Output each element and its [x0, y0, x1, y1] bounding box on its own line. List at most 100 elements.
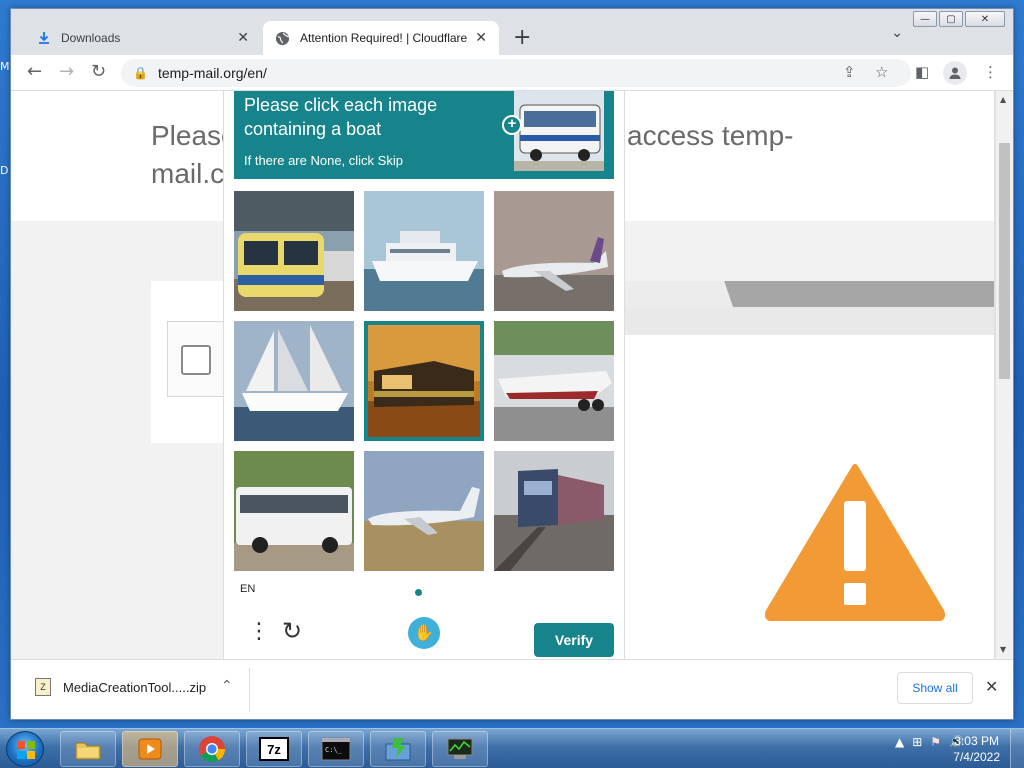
captcha-menu-button[interactable]: ⋮ [248, 619, 270, 644]
download-item[interactable]: Z MediaCreationTool.....zip [35, 678, 206, 696]
windows-logo-icon [17, 741, 35, 759]
browser-window: — ▢ ✕ Downloads ✕ Attention Required! | … [10, 8, 1014, 720]
sample-bus-image [514, 91, 604, 171]
captcha-header: Please click each image containing a boa… [234, 91, 614, 179]
minimize-button[interactable]: — [913, 11, 937, 27]
taskbar-task-manager[interactable] [432, 731, 488, 767]
taskbar-chrome[interactable] [184, 731, 240, 767]
tab-search-chevron-icon[interactable]: ⌄ [891, 25, 903, 41]
address-bar[interactable]: 🔒 temp-mail.org/en/ [121, 59, 911, 87]
download-options-chevron-icon[interactable]: ⌃ [221, 678, 233, 694]
captcha-tile-train[interactable] [494, 451, 614, 571]
refresh-challenge-button[interactable]: ↻ [282, 617, 302, 645]
yacht-image [364, 191, 484, 311]
show-all-button[interactable]: Show all [897, 672, 973, 704]
captcha-tile-train[interactable] [364, 321, 484, 441]
taskbar-7zip[interactable]: 7z [246, 731, 302, 767]
captcha-tile-boat[interactable] [364, 191, 484, 311]
scroll-up-arrow-icon[interactable]: ▲ [1000, 95, 1006, 104]
human-verify-checkbox[interactable] [181, 345, 211, 375]
speedboat-trailer-image [494, 321, 614, 441]
language-selector[interactable]: EN [240, 583, 255, 595]
back-button[interactable]: ← [27, 61, 42, 82]
svg-text:C:\_: C:\_ [325, 746, 343, 754]
progress-bar-segment [623, 281, 733, 307]
show-desktop-button[interactable] [1010, 729, 1024, 768]
person-icon [949, 67, 961, 79]
verify-button[interactable]: Verify [534, 623, 614, 657]
maximize-button[interactable]: ▢ [939, 11, 963, 27]
download-icon [39, 32, 49, 44]
profile-avatar[interactable] [943, 61, 967, 85]
tab-label: Downloads [61, 31, 121, 45]
close-window-button[interactable]: ✕ [965, 11, 1005, 27]
captcha-tile-train[interactable] [234, 191, 354, 311]
taskbar-cmd[interactable]: C:\_ [308, 731, 364, 767]
svg-text:7z: 7z [267, 742, 281, 757]
side-panel-icon[interactable]: ◧ [915, 63, 929, 81]
train-image [494, 451, 614, 571]
reload-button[interactable]: ↻ [91, 61, 106, 82]
folder-icon [75, 742, 101, 760]
taskbar-media-player[interactable] [122, 731, 178, 767]
desktop-icon-label: M [0, 60, 10, 73]
captcha-tile-boat[interactable] [234, 321, 354, 441]
new-tab-button[interactable]: + [513, 25, 531, 50]
command-prompt-icon: C:\_ [321, 737, 351, 761]
tab-downloads[interactable]: Downloads ✕ [25, 21, 261, 55]
tab-cloudflare[interactable]: Attention Required! | Cloudflare ✕ [263, 21, 499, 55]
clock-date: 7/4/2022 [953, 750, 1000, 764]
captcha-tile-airplane[interactable] [494, 191, 614, 311]
captcha-tile-bus[interactable] [234, 451, 354, 571]
page-indicator-dot [415, 589, 422, 596]
start-button[interactable] [6, 731, 44, 767]
taskbar-clock[interactable]: 3:03 PM 7/4/2022 [953, 733, 1000, 765]
desktop-icon-label: D [0, 164, 9, 177]
chrome-menu-button[interactable]: ⋮ [983, 63, 998, 81]
train-image [234, 191, 354, 311]
scroll-down-arrow-icon[interactable]: ▼ [1000, 645, 1006, 654]
close-download-bar-button[interactable]: ✕ [985, 677, 998, 696]
network-icon[interactable]: ⊞ [912, 735, 922, 749]
share-icon[interactable]: ⇪ [843, 63, 856, 81]
download-file-name: MediaCreationTool.....zip [63, 679, 207, 695]
globe-icon [275, 31, 290, 45]
airplane-image [494, 191, 614, 311]
window-controls: — ▢ ✕ [913, 11, 1005, 27]
forward-button[interactable]: → [59, 61, 74, 82]
installer-icon [385, 738, 411, 761]
sailboat-image [234, 321, 354, 441]
browser-toolbar: ← → ↻ 🔒 temp-mail.org/en/ ⇪ ☆ ◧ ⋮ [11, 55, 1013, 91]
expand-sample-button[interactable]: + [502, 115, 522, 135]
taskbar-installer[interactable] [370, 731, 426, 767]
page-scrollbar[interactable]: ▲ ▼ [996, 91, 1013, 659]
chrome-icon [199, 736, 226, 763]
zip-file-icon: Z [35, 678, 51, 696]
captcha-tile-airplane[interactable] [364, 451, 484, 571]
tab-close-button[interactable]: ✕ [237, 30, 249, 46]
taskbar: 7z C:\_ ▲ ⊞ ⚑ 🔊 3:03 PM 7/4/2022 [0, 728, 1024, 768]
media-player-icon [138, 738, 162, 760]
action-center-flag-icon[interactable]: ⚑ [930, 735, 941, 749]
download-bar: Z MediaCreationTool.....zip ⌃ Show all ✕ [11, 659, 1013, 719]
7zip-icon: 7z [259, 737, 289, 761]
divider-band [623, 307, 994, 335]
airplane-image [364, 451, 484, 571]
url-text: temp-mail.org/en/ [157, 65, 267, 81]
task-manager-icon [447, 738, 473, 759]
warning-icon [765, 464, 945, 621]
captcha-tile-boat[interactable] [494, 321, 614, 441]
tab-close-button[interactable]: ✕ [475, 30, 487, 46]
scrollbar-thumb[interactable] [999, 143, 1010, 379]
captcha-skip-hint: If there are None, click Skip [244, 153, 403, 168]
page-heading-right: access temp- [627, 120, 794, 151]
train-image [364, 321, 484, 441]
bus-image [234, 451, 354, 571]
captcha-challenge: Please click each image containing a boa… [223, 91, 625, 659]
taskbar-explorer[interactable] [60, 731, 116, 767]
clock-time: 3:03 PM [954, 734, 999, 748]
accessibility-hand-icon[interactable]: ✋ [408, 617, 440, 649]
lock-icon[interactable]: 🔒 [133, 66, 148, 80]
bookmark-star-icon[interactable]: ☆ [875, 63, 888, 81]
tray-expand-icon[interactable]: ▲ [895, 735, 904, 749]
